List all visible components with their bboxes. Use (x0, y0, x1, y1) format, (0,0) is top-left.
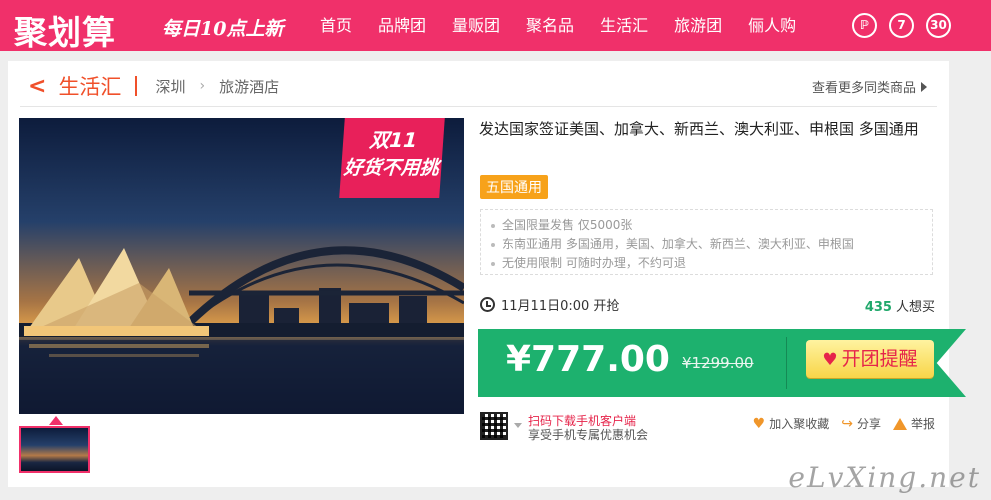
product-main-image[interactable]: 双11 好货不用挑 (19, 118, 464, 414)
breadcrumb-arrow-icon: › (199, 78, 206, 94)
add-favorite-label: 加入聚收藏 (769, 417, 830, 431)
more-similar-label: 查看更多同类商品 (811, 81, 916, 96)
feature-item: 全国限量发售 仅5000张 (491, 216, 922, 235)
remind-me-button[interactable]: ♥ 开团提醒 (806, 340, 934, 378)
product-tag: 五国通用 (480, 175, 548, 199)
price-divider (786, 337, 787, 389)
nav-brand[interactable]: 品牌团 (378, 0, 426, 51)
heart-icon: ♥ (752, 415, 766, 432)
current-price: ¥777.00 (506, 339, 670, 380)
add-favorite-button[interactable]: ♥ 加入聚收藏 (753, 415, 830, 432)
qr-dropdown-icon[interactable] (514, 423, 522, 428)
back-chevron-icon[interactable]: < (28, 74, 46, 99)
want-count-number: 435 (864, 300, 892, 315)
want-count-label: 人想买 (895, 300, 935, 315)
more-similar-link[interactable]: 查看更多同类商品 (812, 77, 927, 96)
product-thumbnail[interactable] (19, 426, 90, 473)
share-button[interactable]: ↪ 分享 (841, 415, 881, 432)
top-header: 聚划算 每日10点上新 首页 品牌团 量贩团 聚名品 生活汇 旅游团 俪人购 ℙ… (0, 0, 991, 54)
price-bar: ¥777.00 ¥1299.00 ♥ 开团提醒 (478, 329, 966, 397)
nav-home[interactable]: 首页 (320, 0, 352, 51)
share-label: 分享 (856, 417, 881, 431)
breadcrumb-subcategory[interactable]: 旅游酒店 (219, 76, 279, 97)
header-icon-group: ℙ 7 30 (852, 13, 951, 38)
start-time-text: 11月11日0:00 开抢 (501, 299, 620, 314)
feature-list: 全国限量发售 仅5000张 东南亚通用 多国通用，美国、加拿大、新西兰、澳大利亚… (480, 209, 933, 275)
main-nav: 首页 品牌团 量贩团 聚名品 生活汇 旅游团 俪人购 (320, 0, 822, 51)
juhuasuan-logo[interactable]: 聚划算 (14, 6, 116, 54)
nav-beauty[interactable]: 俪人购 (748, 0, 796, 51)
product-title: 发达国家签证美国、加拿大、新西兰、澳大利亚、申根国 多国通用 (479, 120, 919, 138)
slogan: 每日10点上新 (162, 18, 284, 40)
qr-code-icon[interactable] (480, 412, 508, 440)
nav-life[interactable]: 生活汇 (600, 0, 648, 51)
badge-line-2: 好货不用挑 (343, 157, 440, 179)
breadcrumb-category[interactable]: 生活汇 (58, 71, 121, 101)
watermark: eLvXing.net (788, 461, 981, 494)
header-divider (20, 106, 937, 107)
want-count: 435 人想买 (865, 296, 935, 315)
product-card: < 生活汇 深圳 › 旅游酒店 查看更多同类商品 双11 好货不用挑 发达国家签… (8, 61, 966, 487)
product-actions: ♥ 加入聚收藏 ↪ 分享 举报 (753, 415, 935, 432)
double-eleven-badge: 双11 好货不用挑 (339, 118, 445, 198)
mobile-offer-text: 享受手机专属优惠机会 (528, 428, 649, 442)
start-time: 11月11日0:00 开抢 (480, 295, 619, 314)
nav-bulk[interactable]: 量贩团 (452, 0, 500, 51)
breadcrumb: < 生活汇 深圳 › 旅游酒店 (28, 71, 279, 101)
breadcrumb-city[interactable]: 深圳 (155, 76, 185, 97)
clock-icon (480, 297, 495, 312)
remind-me-label: 开团提醒 (841, 348, 918, 370)
heart-icon: ♥ (822, 350, 838, 370)
feature-item: 东南亚通用 多国通用，美国、加拿大、新西兰、澳大利亚、申根国 (491, 235, 922, 254)
nav-luxury[interactable]: 聚名品 (526, 0, 574, 51)
thirty-day-icon[interactable]: 30 (926, 13, 951, 38)
feature-item: 无使用限制 可随时办理，不约可退 (491, 254, 922, 273)
share-arrow-icon: ↪ (841, 415, 853, 432)
badge-line-1: 双11 (368, 128, 419, 152)
report-label: 举报 (910, 417, 935, 431)
seven-day-return-icon[interactable]: 7 (889, 13, 914, 38)
report-button[interactable]: 举报 (892, 415, 935, 432)
triangle-right-icon (921, 82, 927, 92)
breadcrumb-divider (135, 76, 138, 96)
thumbnail-pointer-icon (49, 416, 63, 425)
warning-icon (892, 417, 907, 430)
nav-travel[interactable]: 旅游团 (674, 0, 722, 51)
brand-circle-icon[interactable]: ℙ (852, 13, 877, 38)
original-price: ¥1299.00 (682, 354, 754, 372)
